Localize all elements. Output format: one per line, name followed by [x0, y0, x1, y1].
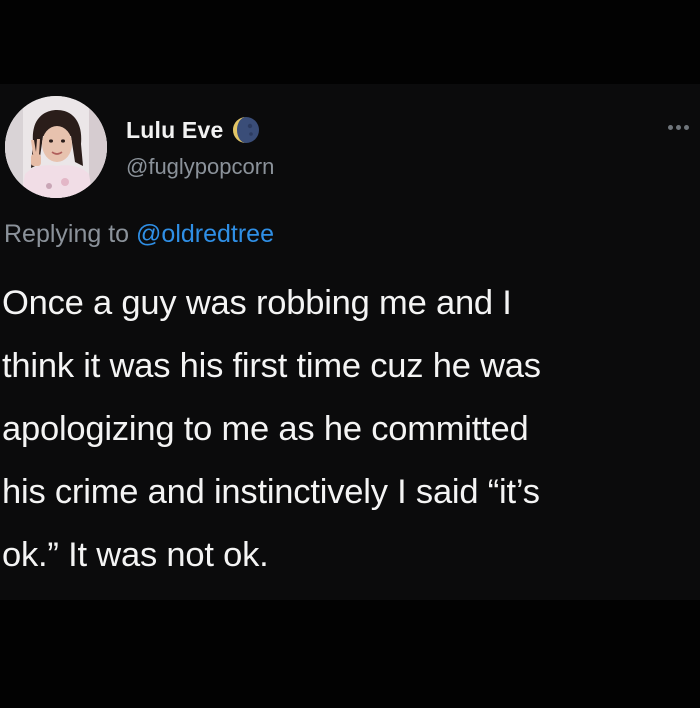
display-name[interactable]: Lulu Eve	[126, 117, 223, 144]
user-handle[interactable]: @fuglypopcorn	[126, 154, 274, 180]
tweet-body: Once a guy was robbing me and I think it…	[2, 272, 692, 587]
reply-context: Replying to @oldredtree	[4, 220, 274, 249]
profile-photo-icon	[5, 96, 107, 198]
author-name-row[interactable]: Lulu Eve	[126, 114, 261, 146]
tweet-line: apologizing to me as he committed	[2, 410, 529, 448]
bottom-letterbox	[0, 600, 700, 708]
tweet-line: his crime and instinctively I said “it’s	[2, 473, 540, 511]
tweet-line: ok.” It was not ok.	[2, 536, 269, 574]
tweet-line: Once a guy was robbing me and I	[2, 284, 512, 322]
reply-target-link[interactable]: @oldredtree	[136, 220, 274, 248]
tweet-line: think it was his first time cuz he was	[2, 347, 541, 385]
reply-prefix: Replying to	[4, 220, 130, 248]
avatar[interactable]	[5, 96, 107, 198]
top-letterbox	[0, 0, 700, 84]
moon-emoji-icon	[231, 115, 261, 145]
more-options-icon[interactable]	[668, 120, 694, 134]
